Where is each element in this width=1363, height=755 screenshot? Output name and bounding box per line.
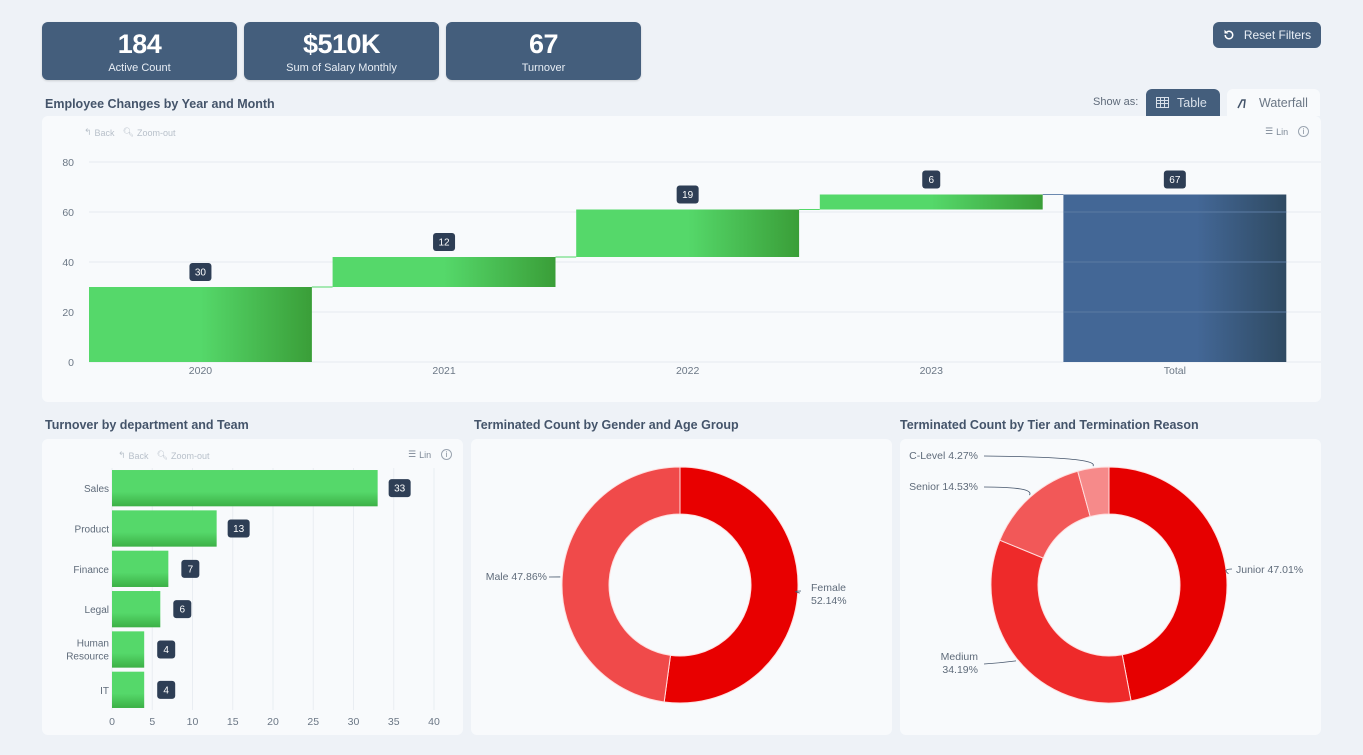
slice-label: Medium [941,651,979,663]
y-tick-label: 20 [62,307,74,319]
donut-slice [999,470,1091,559]
data-label: 6 [180,605,186,616]
slice-label: 52.14% [811,595,847,607]
kpi-label: Sum of Salary Monthly [286,62,397,74]
data-label: 33 [394,484,406,495]
tab-waterfall-label: Waterfall [1259,95,1308,110]
x-tick-label: 20 [267,716,279,728]
gender-donut-chart: Female52.14% Male 47.86% [486,466,847,704]
show-as-label: Show as: [1093,96,1139,108]
kpi-label: Turnover [521,62,566,74]
x-tick-label: 0 [109,716,115,728]
x-tick-label: 2020 [189,365,213,377]
dept-bar [112,591,161,628]
tier-donut-chart: Junior 47.01% Medium34.19% Senior 14.53% C-… [909,450,1303,704]
x-tick-label: 5 [149,716,155,728]
y-tick-label: 80 [62,157,74,169]
y-tick-label: Product [75,525,110,536]
data-label: 13 [233,524,245,535]
waterfall-section-title: Employee Changes by Year and Month [45,97,275,111]
kpi-value: $510K [302,29,381,59]
kpi-label: Active Count [108,62,171,74]
leader-line [983,486,1031,496]
data-label: 30 [195,268,207,279]
gender-section-title: Terminated Count by Gender and Age Group [474,418,739,432]
slice-label: Junior 47.01% [1236,564,1303,576]
y-tick-label: Finance [73,565,109,576]
dept-bar [112,470,378,507]
donut-slice [561,466,681,703]
waterfall-icon [1237,98,1246,108]
leader-line [983,660,1017,665]
leader-line [983,455,1094,467]
waterfall-bar [332,257,556,287]
waterfall-bar [576,209,800,257]
x-tick-label: 30 [348,716,360,728]
y-tick-label: IT [100,686,109,697]
data-label: 7 [188,564,194,575]
x-tick-label: 2023 [920,365,944,377]
reset-filters-button[interactable]: Reset Filters [1213,22,1321,48]
kpi-card-turnover: 67 Turnover [446,22,641,80]
data-label: 67 [1169,175,1181,186]
y-tick-label: 60 [62,207,74,219]
x-tick-label: Total [1164,365,1186,377]
waterfall-bar [1063,194,1287,362]
reset-filters-label: Reset Filters [1243,28,1312,42]
y-tick-label: 0 [68,357,74,369]
kpi-card-active-count: 184 Active Count [42,22,237,80]
tier-section-title: Terminated Count by Tier and Termination… [900,418,1199,432]
kpi-value: 67 [528,29,559,59]
x-tick-label: 10 [187,716,199,728]
dept-bar [112,550,169,587]
waterfall-chart: 0 20 40 60 80 30 2020 12 2021 19 2022 6 2023 67 Total [62,157,1321,377]
slice-label: Male 47.86% [486,571,547,583]
tab-table-label: Table [1177,95,1207,110]
tab-waterfall[interactable]: Waterfall [1227,89,1320,116]
y-tick-label: Sales [84,484,109,495]
table-icon [1156,97,1169,108]
donut-slice [1108,466,1228,702]
data-label: 6 [928,175,934,186]
x-tick-label: 35 [388,716,400,728]
x-tick-label: 25 [307,716,319,728]
data-label: 19 [682,190,694,201]
y-tick-label: Legal [85,605,109,616]
dept-bar [112,671,145,708]
donut-slice [990,539,1132,704]
kpi-card-salary: $510K Sum of Salary Monthly [244,22,439,80]
x-tick-label: 2021 [432,365,456,377]
slice-label: C-Level 4.27% [909,450,978,462]
x-tick-label: 15 [227,716,239,728]
dept-bar [112,631,145,668]
dept-bar [112,510,217,547]
reset-icon [1224,29,1234,40]
dept-bar-chart: 0 5 10 15 20 25 30 35 40 33 Sales 13 Product 7 Finance… [66,468,440,728]
slice-label: 34.19% [942,664,978,676]
slice-label: Senior 14.53% [909,481,978,493]
slice-label: Female [811,582,846,594]
dept-section-title: Turnover by department and Team [45,418,249,432]
y-tick-label: 40 [62,257,74,269]
x-tick-label: 40 [428,716,440,728]
tab-table[interactable]: Table [1146,89,1220,116]
y-tick-label: Human [77,639,109,650]
kpi-value: 184 [117,29,162,59]
x-tick-label: 2022 [676,365,700,377]
waterfall-bar [819,194,1043,210]
data-label: 4 [163,645,169,656]
data-label: 4 [163,685,169,696]
waterfall-bar [89,287,312,362]
data-label: 12 [438,238,450,249]
donut-slice [663,466,799,704]
y-tick-label: Resource [66,652,109,663]
